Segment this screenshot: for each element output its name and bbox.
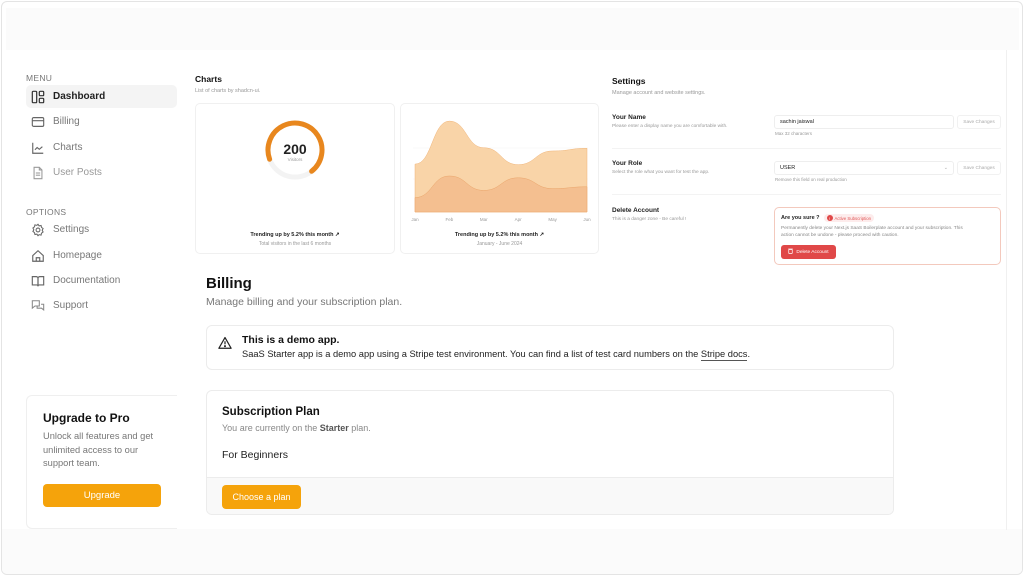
settings-title: Settings — [612, 76, 646, 86]
warning-icon — [218, 336, 232, 350]
alert-title: This is a demo app. — [242, 334, 340, 346]
upgrade-description: Unlock all features and get unlimited ac… — [43, 431, 154, 468]
sidebar-item-label: Settings — [53, 224, 90, 235]
name-setting-label: Your Name Please enter a display name yo… — [612, 114, 728, 129]
sidebar-item-documentation[interactable]: Documentation — [26, 269, 177, 292]
name-hint: Max 32 characters — [775, 131, 813, 136]
x-tick-label: Jun — [583, 217, 591, 222]
menu-section-label: MENU — [26, 73, 53, 83]
plan-level: For Beginners — [222, 449, 288, 461]
line-chart-icon — [31, 141, 45, 155]
delete-warning: Permanently delete your Next.js SaaS Boi… — [781, 226, 963, 238]
trend-caption: January - June 2024 — [476, 241, 523, 247]
alert-circle-icon: ! — [826, 215, 833, 221]
sidebar-item-dashboard[interactable]: Dashboard — [26, 85, 177, 108]
sidebar-item-label: Billing — [53, 116, 80, 127]
file-text-icon — [31, 166, 45, 180]
upgrade-card: Upgrade to Pro Unlock all features and g… — [26, 395, 177, 529]
sidebar-item-homepage[interactable]: Homepage — [26, 244, 177, 267]
sidebar-item-label: Support — [53, 300, 89, 311]
visitor-count: 200 — [283, 141, 307, 157]
book-open-icon — [31, 274, 45, 288]
top-bar — [6, 8, 1019, 50]
bottom-bar — [2, 529, 1022, 574]
trend-caption: Total visitors in the last 6 months — [258, 241, 332, 247]
trending-up-icon: ↗ — [539, 232, 545, 238]
x-tick-label: Feb — [445, 217, 454, 222]
radial-chart-card: 200 Visitors Trending up by 5.2% this mo… — [195, 103, 395, 254]
area-card-footer: Trending up by 5.2% this month ↗ January… — [401, 232, 598, 247]
status-badge: ! Active Subscription — [823, 214, 875, 222]
trend-text: Trending up by 5.2% this month ↗ — [454, 232, 545, 238]
trend-text: Trending up by 5.2% this month ↗ — [250, 232, 340, 238]
subscription-plan-card: Subscription Plan You are currently on t… — [206, 390, 894, 515]
charts-header: Charts List of charts by shadcn-ui. — [195, 74, 260, 94]
radial-card-footer: Trending up by 5.2% this month ↗ Total v… — [196, 232, 394, 247]
divider — [612, 148, 1001, 149]
app-window: MENU Dashboard Billing Charts User Posts — [1, 1, 1023, 575]
settings-header: Settings Manage account and website sett… — [612, 76, 706, 96]
gear-icon — [31, 223, 45, 237]
role-select[interactable]: USER ⌄ — [774, 161, 954, 175]
role-value: USER — [780, 165, 796, 171]
upgrade-title: Upgrade to Pro — [43, 411, 130, 425]
sidebar-item-support[interactable]: Support — [26, 294, 177, 317]
settings-subtitle: Manage account and website settings. — [612, 90, 706, 96]
radial-center-label: 200 Visitors — [196, 141, 394, 162]
x-tick-label: Jan — [411, 217, 419, 222]
messages-icon — [31, 299, 45, 313]
sidebar-item-billing[interactable]: Billing — [26, 110, 177, 133]
upgrade-button[interactable]: Upgrade — [43, 484, 161, 507]
charts-title: Charts — [195, 74, 222, 84]
stripe-docs-link[interactable]: Stripe docs — [700, 349, 748, 361]
visitor-unit: Visitors — [287, 157, 303, 162]
area-chart-card: Jan Feb Mar Apr May Jun Trending up by 5.2% t… — [400, 103, 599, 254]
current-plan-name: Starter — [319, 423, 349, 433]
sidebar-item-label: Dashboard — [53, 91, 106, 102]
divider — [612, 194, 1001, 195]
options-section-label: OPTIONS — [26, 207, 67, 217]
billing-subtitle: Manage billing and your subscription pla… — [206, 296, 403, 308]
dashboard-icon — [31, 90, 45, 104]
trash-icon — [788, 248, 794, 256]
confirm-question: Are you sure ? — [781, 215, 820, 221]
area-chart — [413, 120, 588, 213]
plan-title: Subscription Plan — [222, 406, 320, 418]
alert-text: SaaS Starter app is a demo app using a S… — [242, 349, 751, 361]
delete-setting-label: Delete Account This is a danger zone - B… — [612, 207, 687, 222]
sidebar-item-user-posts[interactable]: User Posts — [26, 161, 177, 184]
billing-title: Billing — [206, 275, 252, 292]
role-hint: Remove this field on real production — [775, 177, 847, 182]
choose-plan-button[interactable]: Choose a plan — [222, 485, 301, 509]
credit-card-icon — [31, 115, 45, 129]
role-setting-label: Your Role Select the role what you want … — [612, 160, 710, 175]
sidebar-item-charts[interactable]: Charts — [26, 136, 177, 159]
name-input[interactable] — [774, 115, 954, 129]
delete-account-button[interactable]: Delete Account — [781, 245, 836, 259]
sidebar: MENU Dashboard Billing Charts User Posts — [2, 50, 192, 529]
save-role-button[interactable]: Save Changes — [957, 161, 1001, 175]
current-plan-text: You are currently on the Starter plan. — [222, 423, 371, 433]
sidebar-item-label: Charts — [53, 142, 83, 153]
divider — [1006, 50, 1007, 530]
sidebar-item-settings[interactable]: Settings — [26, 218, 177, 241]
danger-zone-card: Are you sure ? ! Active Subscription Per… — [774, 207, 1001, 265]
x-tick-label: Apr — [514, 217, 522, 222]
plan-footer: Choose a plan — [207, 477, 893, 514]
chevron-down-icon: ⌄ — [943, 165, 948, 171]
trending-up-icon: ↗ — [335, 232, 340, 238]
sidebar-item-label: Documentation — [53, 275, 121, 286]
save-name-button[interactable]: Save Changes — [957, 115, 1001, 129]
x-tick-label: Mar — [479, 217, 488, 222]
sidebar-item-label: Homepage — [53, 250, 102, 261]
home-icon — [31, 249, 45, 263]
sidebar-item-label: User Posts — [53, 167, 102, 178]
charts-subtitle: List of charts by shadcn-ui. — [195, 88, 261, 94]
x-tick-label: May — [548, 217, 557, 222]
demo-alert: This is a demo app. SaaS Starter app is … — [206, 325, 894, 370]
